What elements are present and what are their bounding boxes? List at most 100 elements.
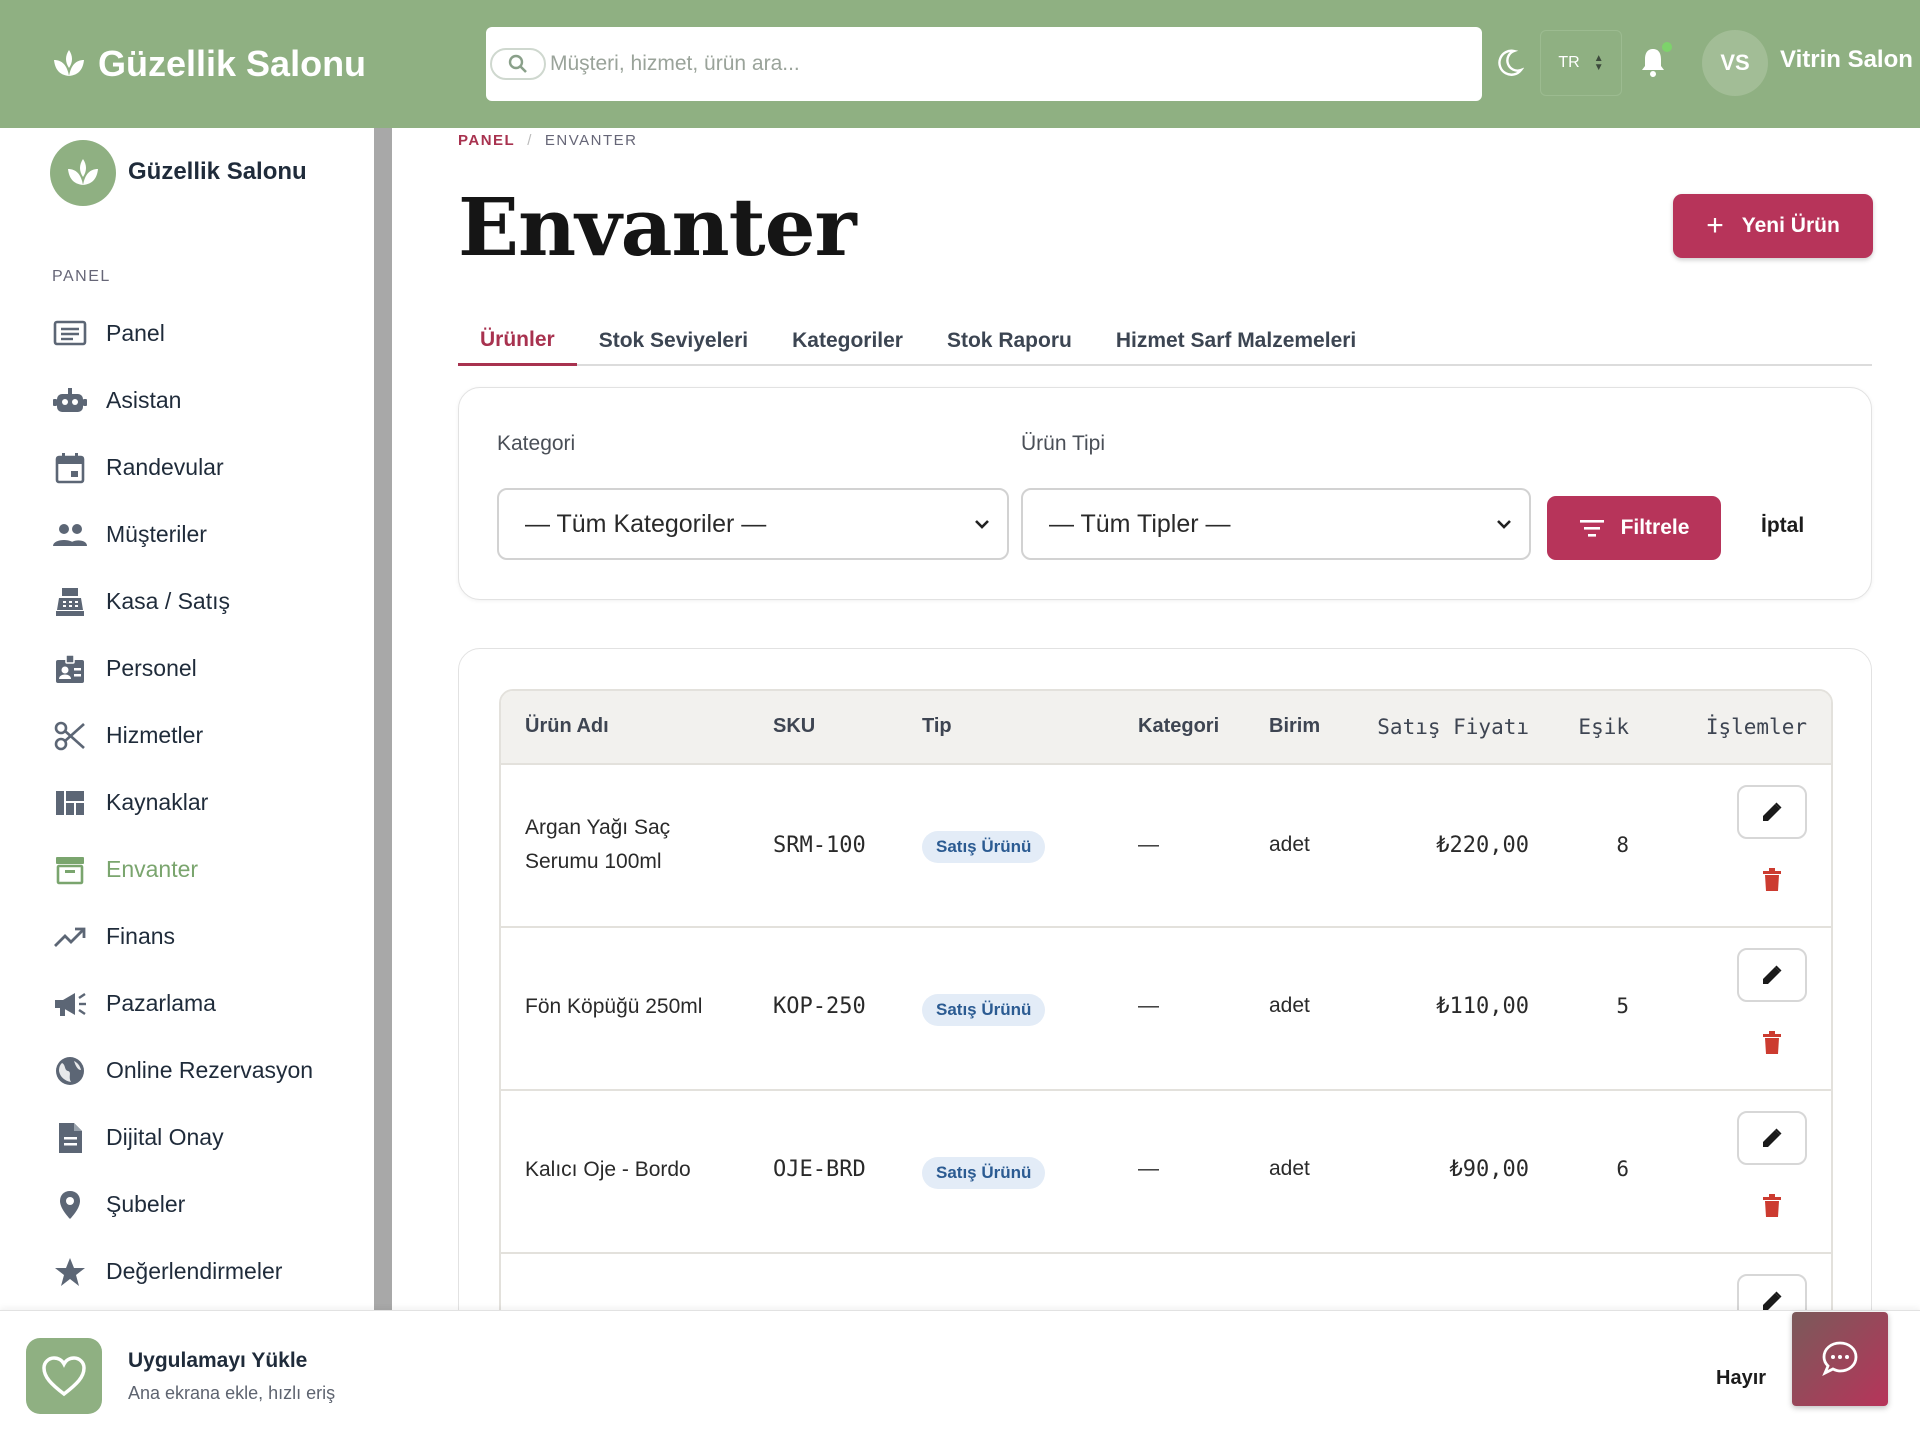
product-threshold: 5 (1616, 994, 1629, 1018)
tab-bar: Ürünler Stok Seviyeleri Kategoriler Stok… (458, 316, 1872, 366)
user-name[interactable]: Vitrin Salon (1780, 46, 1913, 74)
product-category: — (1138, 1157, 1159, 1180)
edit-button[interactable] (1737, 785, 1807, 839)
sidebar-item-kasa-satis[interactable]: Kasa / Satış (0, 568, 370, 635)
app-icon (26, 1338, 102, 1414)
col-kategori[interactable]: Kategori (1138, 715, 1219, 738)
sidebar-item-musteriler[interactable]: Müşteriler (0, 501, 370, 568)
sidebar-item-asistan[interactable]: Asistan (0, 367, 370, 434)
product-unit: adet (1269, 1157, 1310, 1180)
filter-button[interactable]: Filtrele (1547, 496, 1721, 560)
sidebar-item-dijital-onay[interactable]: Dijital Onay (0, 1104, 370, 1171)
brand[interactable]: Güzellik Salonu (52, 40, 366, 88)
search-input[interactable]: Müşteri, hizmet, ürün ara... (550, 52, 800, 76)
dismiss-button[interactable]: Hayır (1716, 1367, 1766, 1390)
people-icon (52, 517, 88, 553)
sidebar-item-label: Hizmetler (106, 722, 204, 748)
search-bar[interactable]: Müşteri, hizmet, ürün ara... (486, 27, 1482, 101)
sidebar-item-personel[interactable]: Personel (0, 635, 370, 702)
product-name: Kalıcı Oje - Bordo (525, 1158, 691, 1181)
type-badge: Satış Ürünü (922, 831, 1046, 863)
product-threshold: 6 (1616, 1157, 1629, 1181)
calendar-icon (52, 450, 88, 486)
sidebar-item-kaynaklar[interactable]: Kaynaklar (0, 769, 370, 836)
tab-stok-seviyeleri[interactable]: Stok Seviyeleri (577, 316, 770, 366)
star-icon (52, 1254, 88, 1290)
chat-button[interactable] (1792, 1312, 1888, 1406)
robot-icon (52, 383, 88, 419)
cash-register-icon (52, 584, 88, 620)
sidebar-item-label: Müşteriler (106, 521, 207, 547)
sidebar-item-panel[interactable]: Panel (0, 300, 370, 367)
language-value: TR (1558, 54, 1580, 71)
sidebar-logo[interactable] (50, 140, 116, 206)
col-urun-adi[interactable]: Ürün Adı (525, 715, 609, 738)
sidebar-item-randevular[interactable]: Randevular (0, 434, 370, 501)
product-type-select[interactable]: — Tüm Tipler — (1021, 488, 1531, 560)
new-product-label: Yeni Ürün (1741, 214, 1840, 237)
page-title: Envanter (458, 180, 857, 274)
sidebar-item-envanter[interactable]: Envanter (0, 836, 370, 903)
dark-mode-toggle[interactable] (1496, 48, 1525, 83)
product-price: ₺220,00 (1436, 833, 1529, 858)
tab-stok-raporu[interactable]: Stok Raporu (925, 316, 1094, 366)
breadcrumb: PANEL / ENVANTER (458, 132, 637, 149)
product-type-label: Ürün Tipi (1021, 432, 1106, 455)
product-name: Argan Yağı Saç Serumu 100ml (525, 816, 671, 873)
delete-button[interactable] (1759, 1191, 1785, 1221)
lotus-icon (54, 50, 84, 76)
type-badge: Satış Ürünü (922, 994, 1046, 1026)
language-select[interactable]: TR ▲ ▼ (1540, 30, 1622, 96)
pencil-icon (1763, 802, 1782, 821)
sidebar-item-label: Personel (106, 655, 197, 681)
sidebar-item-label: Şubeler (106, 1191, 186, 1217)
col-sku[interactable]: SKU (773, 715, 815, 738)
sidebar-item-finans[interactable]: Finans (0, 903, 370, 970)
product-price: ₺90,00 (1449, 1157, 1529, 1182)
col-birim[interactable]: Birim (1269, 715, 1320, 738)
product-category: — (1138, 994, 1159, 1017)
tab-kategoriler[interactable]: Kategoriler (770, 316, 925, 366)
cancel-button[interactable]: İptal (1761, 514, 1804, 538)
edit-button[interactable] (1737, 948, 1807, 1002)
delete-button[interactable] (1759, 1028, 1785, 1058)
sidebar-scrollbar[interactable] (374, 128, 392, 1310)
sidebar-item-online-rezervasyon[interactable]: Online Rezervasyon (0, 1037, 370, 1104)
sidebar-item-hizmetler[interactable]: Hizmetler (0, 702, 370, 769)
sidebar-item-subeler[interactable]: Şubeler (0, 1171, 370, 1238)
col-tip[interactable]: Tip (922, 715, 952, 738)
col-esik[interactable]: Eşik (1578, 715, 1629, 739)
avatar[interactable]: VS (1702, 30, 1768, 96)
location-pin-icon (52, 1187, 88, 1223)
plus-icon: + (1706, 209, 1724, 242)
breadcrumb-root[interactable]: PANEL (458, 132, 515, 149)
products-table: Ürün Adı SKU Tip Kategori Birim Satış Fi… (499, 689, 1833, 1347)
delete-button[interactable] (1759, 865, 1785, 895)
tab-urunler[interactable]: Ürünler (458, 316, 577, 366)
col-satis-fiyati[interactable]: Satış Fiyatı (1377, 715, 1529, 739)
product-unit: adet (1269, 833, 1310, 856)
edit-button[interactable] (1737, 1111, 1807, 1165)
product-unit: adet (1269, 994, 1310, 1017)
moon-icon (1498, 49, 1525, 76)
lotus-icon (68, 159, 98, 185)
sidebar-item-label: Panel (106, 320, 165, 346)
install-app-banner: Uygulamayı Yükle Ana ekrana ekle, hızlı … (0, 1310, 1920, 1440)
product-type-select-value: — Tüm Tipler — (1049, 509, 1231, 538)
sidebar-item-degerlendirmeler[interactable]: Değerlendirmeler (0, 1238, 370, 1305)
chat-bubble-icon (1822, 1341, 1858, 1376)
new-product-button[interactable]: + Yeni Ürün (1673, 194, 1873, 258)
pencil-icon (1763, 965, 1782, 984)
sidebar-item-pazarlama[interactable]: Pazarlama (0, 970, 370, 1037)
notifications-button[interactable] (1638, 46, 1668, 83)
table-header: Ürün Adı SKU Tip Kategori Birim Satış Fi… (501, 691, 1831, 765)
top-bar: Güzellik Salonu Müşteri, hizmet, ürün ar… (0, 0, 1920, 128)
sidebar-item-label: Kasa / Satış (106, 588, 231, 614)
install-subtitle: Ana ekrana ekle, hızlı eriş (128, 1383, 336, 1403)
product-price: ₺110,00 (1436, 994, 1529, 1019)
sidebar-item-label: Dijital Onay (106, 1124, 224, 1150)
sidebar-item-label: Randevular (106, 454, 224, 480)
product-threshold: 8 (1616, 833, 1629, 857)
tab-hizmet-sarf-malzemeleri[interactable]: Hizmet Sarf Malzemeleri (1094, 316, 1378, 366)
category-select[interactable]: — Tüm Kategoriler — (497, 488, 1009, 560)
